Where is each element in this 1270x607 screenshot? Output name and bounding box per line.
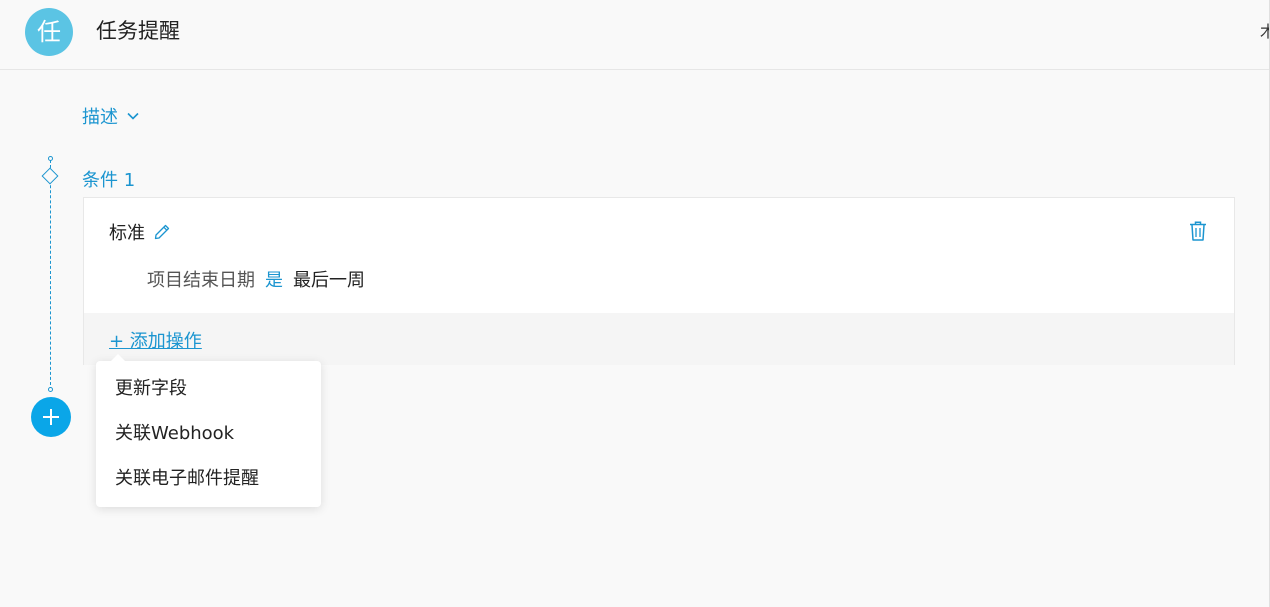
timeline-connector: [50, 160, 51, 390]
description-label: 描述: [82, 107, 118, 128]
menu-pointer: [110, 354, 126, 362]
add-condition-button[interactable]: [31, 397, 71, 437]
rule-field: 项目结束日期: [147, 270, 255, 291]
avatar: 任: [25, 8, 73, 56]
menu-item-email-reminder[interactable]: 关联电子邮件提醒: [96, 457, 321, 502]
rule-operator: 是: [265, 270, 283, 291]
condition-card: 标准 项目结束日期 是 最后一周 + 添加操作: [83, 197, 1235, 365]
timeline-dot-bottom: [48, 387, 53, 392]
page-title: 任务提醒: [96, 19, 180, 43]
card-footer: + 添加操作: [84, 313, 1234, 365]
add-action-link[interactable]: + 添加操作: [109, 327, 202, 353]
menu-item-update-field[interactable]: 更新字段: [96, 367, 321, 412]
condition-rule: 项目结束日期 是 最后一周: [147, 266, 365, 292]
action-dropdown-menu: 更新字段 关联Webhook 关联电子邮件提醒: [96, 354, 321, 507]
menu-item-webhook[interactable]: 关联Webhook: [96, 412, 321, 457]
condition-label: 条件 1: [82, 170, 136, 191]
page-header: 任 任务提醒 木: [0, 0, 1270, 70]
criteria-header: 标准: [109, 219, 171, 245]
rule-value: 最后一周: [293, 270, 365, 291]
diamond-icon: [41, 167, 59, 185]
criteria-title: 标准: [109, 223, 145, 244]
pencil-icon[interactable]: [153, 223, 171, 241]
description-toggle[interactable]: 描述: [82, 103, 140, 129]
trash-icon[interactable]: [1188, 220, 1208, 242]
chevron-down-icon: [127, 112, 139, 120]
plus-icon: [43, 409, 59, 425]
timeline-dot-top: [48, 156, 53, 161]
